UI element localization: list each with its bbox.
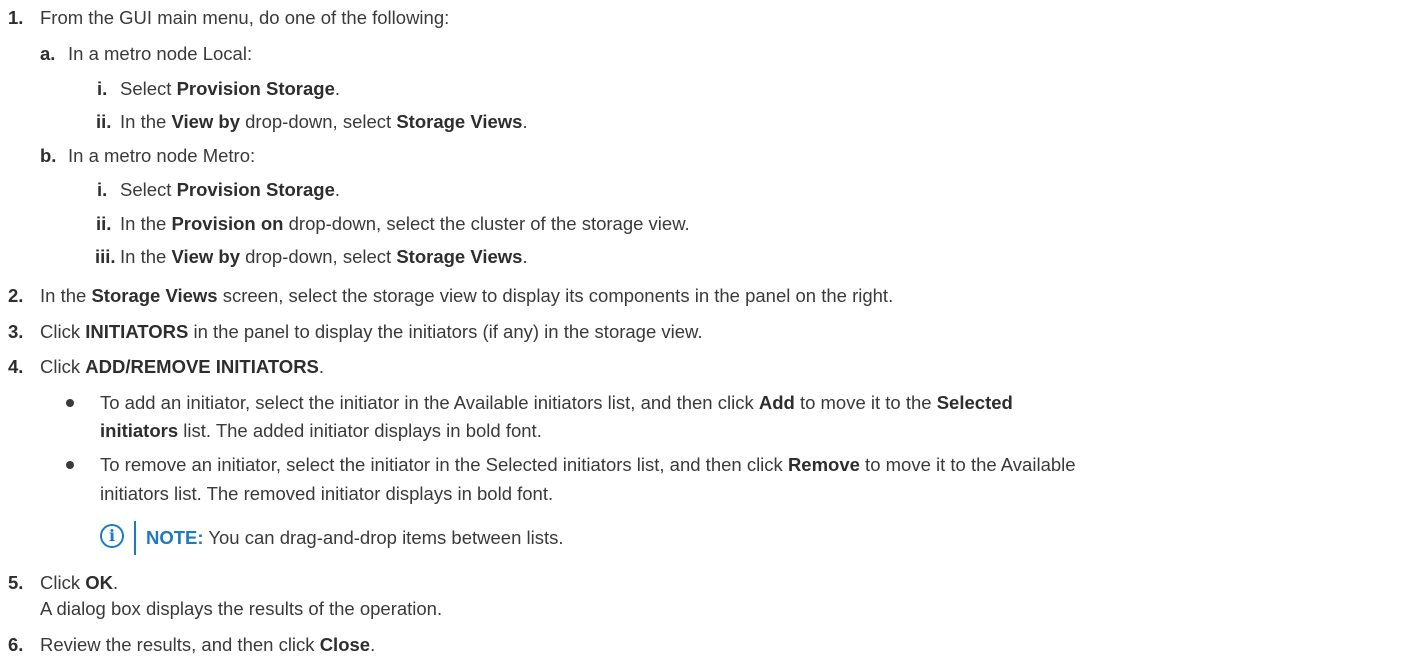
step-4-bullet-2-line-2: initiators list. The removed initiator d… <box>100 483 554 504</box>
note-text: NOTE: You can drag-and-drop items betwee… <box>146 527 564 548</box>
step-1b-ii-label: ii. <box>96 213 112 234</box>
note-callout: i NOTE: You can drag-and-drop items betw… <box>100 521 800 555</box>
step-6-number: 6. <box>8 634 24 655</box>
step-5-subtext: A dialog box displays the results of the… <box>40 598 443 619</box>
step-1b-ii-text: In the Provision on drop-down, select th… <box>120 213 690 234</box>
step-1a-i-text: Select Provision Storage. <box>120 78 341 99</box>
info-icon: i <box>100 524 124 548</box>
step-1a-ii-label: ii. <box>96 111 112 132</box>
step-1b-iii-label: iii. <box>95 246 116 267</box>
note-divider <box>134 521 136 555</box>
step-1-text: From the GUI main menu, do one of the fo… <box>40 7 450 28</box>
bullet-dot <box>66 461 74 469</box>
step-4-bullet-2-line-1: To remove an initiator, select the initi… <box>100 454 1076 475</box>
step-3-number: 3. <box>8 321 24 342</box>
step-4-bullet-1-line-2: initiators list. The added initiator dis… <box>100 420 542 441</box>
step-1b-iii-text: In the View by drop-down, select Storage… <box>120 246 528 267</box>
step-1b-i-text: Select Provision Storage. <box>120 179 341 200</box>
document-page: 1. From the GUI main menu, do one of the… <box>0 0 1411 657</box>
step-5-text: Click OK. <box>40 572 119 593</box>
step-1-number: 1. <box>8 7 24 28</box>
step-5-number: 5. <box>8 572 24 593</box>
step-1a-text: In a metro node Local: <box>68 43 253 64</box>
bullet-dot <box>66 399 74 407</box>
step-4-text: Click ADD/REMOVE INITIATORS. <box>40 356 325 377</box>
step-6-text: Review the results, and then click Close… <box>40 634 376 655</box>
step-1a-label: a. <box>40 43 56 64</box>
step-2-number: 2. <box>8 285 24 306</box>
step-1b-label: b. <box>40 145 57 166</box>
step-1b-i-label: i. <box>97 179 108 200</box>
step-1b-text: In a metro node Metro: <box>68 145 256 166</box>
step-2-text: In the Storage Views screen, select the … <box>40 285 894 306</box>
step-1a-i-label: i. <box>97 78 108 99</box>
step-3-text: Click INITIATORS in the panel to display… <box>40 321 703 342</box>
step-1a-ii-text: In the View by drop-down, select Storage… <box>120 111 528 132</box>
step-4-bullet-1-line-1: To add an initiator, select the initiato… <box>100 392 1013 413</box>
step-4-number: 4. <box>8 356 24 377</box>
